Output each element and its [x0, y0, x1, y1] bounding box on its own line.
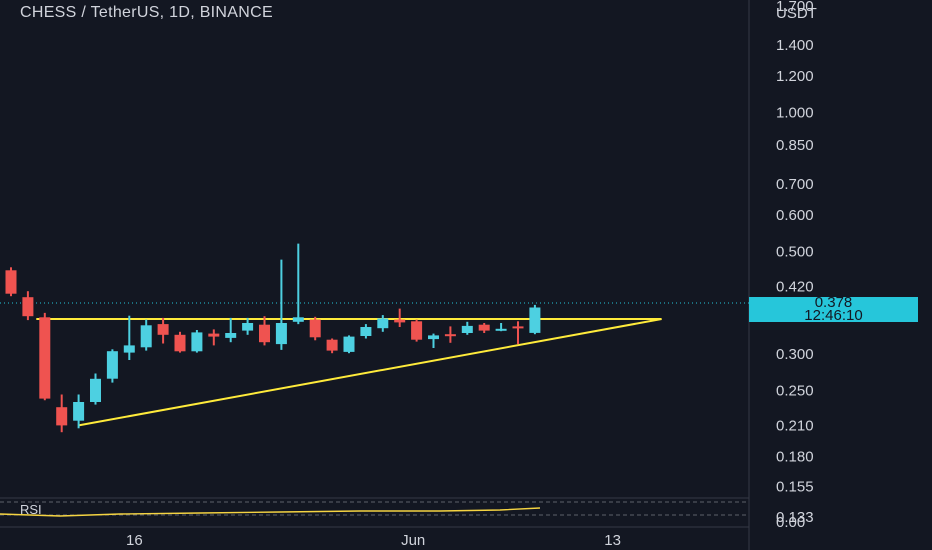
- price-tick: 0.180: [776, 448, 814, 465]
- chart-title: CHESS / TetherUS, 1D, BINANCE: [20, 4, 273, 21]
- candle-body: [343, 336, 355, 352]
- time-tick: 13: [604, 532, 621, 549]
- candle: [326, 338, 338, 354]
- candle: [90, 373, 101, 405]
- candle-body: [394, 319, 406, 323]
- candle-body: [242, 323, 254, 331]
- candle: [428, 333, 439, 348]
- candle: [444, 326, 456, 343]
- price-tick: 0.300: [776, 346, 814, 363]
- price-tick: 1.200: [776, 68, 814, 85]
- price-tick: 0.500: [776, 243, 814, 260]
- candle-body: [191, 332, 203, 352]
- current-price-tag: 0.378 12:46:10: [749, 295, 918, 324]
- candle: [191, 330, 203, 353]
- candle: [292, 243, 304, 325]
- candle-body: [22, 297, 34, 317]
- candle: [512, 321, 524, 345]
- candle-countdown: 12:46:10: [804, 306, 863, 324]
- candle: [478, 323, 490, 333]
- candle: [39, 312, 51, 401]
- candle: [242, 317, 254, 335]
- candle-body: [39, 317, 51, 399]
- price-tick: 0.133: [776, 509, 814, 526]
- candle-body: [174, 334, 186, 352]
- candle: [123, 315, 135, 360]
- candle: [461, 321, 473, 335]
- candle: [495, 323, 507, 332]
- candle-body: [275, 323, 287, 345]
- candle-body: [326, 339, 338, 351]
- candle-body: [140, 325, 152, 348]
- price-tick: 0.700: [776, 176, 814, 193]
- candle: [259, 316, 270, 346]
- price-tick: 0.155: [776, 478, 814, 495]
- candle-body: [495, 328, 507, 331]
- price-tick: 0.250: [776, 383, 814, 400]
- candle-body: [360, 327, 372, 336]
- candle: [394, 308, 406, 327]
- candle: [529, 304, 541, 335]
- candle: [73, 394, 85, 429]
- candle-body: [309, 319, 321, 338]
- candle: [5, 267, 17, 297]
- rsi-label: RSI: [20, 502, 42, 517]
- candle-body: [292, 317, 304, 322]
- candle-body: [512, 326, 524, 329]
- candle-body: [444, 334, 456, 337]
- price-tick: 0.600: [776, 207, 814, 224]
- candle-body: [428, 335, 439, 340]
- candle: [174, 331, 186, 353]
- time-axis[interactable]: 16 Jun 13: [126, 532, 621, 549]
- price-tick: 0.850: [776, 137, 814, 154]
- candle-body: [208, 333, 220, 337]
- price-tick: 1.700: [776, 0, 814, 15]
- candle: [106, 349, 118, 383]
- rsi-pane: RSI 0.00: [0, 497, 805, 531]
- price-axis[interactable]: USDT 1.7001.4001.2001.0000.8500.7000.600…: [776, 0, 817, 526]
- candle: [56, 394, 68, 433]
- chart-canvas[interactable]: RSI 0.00 USDT 1.7001.4001.2001.0000.8500…: [0, 0, 932, 550]
- candle-body: [377, 318, 389, 329]
- price-tick: 0.210: [776, 417, 814, 434]
- candle-body: [90, 378, 101, 402]
- candle-body: [461, 325, 473, 333]
- candle-body: [225, 333, 237, 338]
- candle: [309, 316, 321, 341]
- candle: [157, 317, 169, 344]
- candle: [360, 324, 372, 339]
- price-tick: 0.420: [776, 278, 814, 295]
- candle-body: [478, 324, 490, 331]
- candle: [208, 329, 220, 346]
- candle-body: [73, 402, 85, 421]
- candle-body: [56, 407, 68, 426]
- candle: [377, 315, 389, 332]
- price-tick: 1.000: [776, 104, 814, 121]
- candle-body: [123, 345, 135, 353]
- candle-body: [5, 270, 17, 294]
- candle-body: [259, 324, 270, 343]
- candle-body: [106, 351, 118, 379]
- candle-body: [411, 321, 423, 340]
- candle: [275, 259, 287, 350]
- candles: [5, 243, 541, 433]
- time-tick: 16: [126, 532, 143, 549]
- candle: [22, 291, 34, 321]
- price-tick: 1.400: [776, 37, 814, 54]
- candle: [411, 319, 423, 342]
- time-tick: Jun: [401, 532, 425, 549]
- candle: [343, 335, 355, 354]
- candle-body: [157, 324, 169, 335]
- candle: [225, 317, 237, 343]
- candle-body: [529, 307, 541, 333]
- candle: [140, 319, 152, 351]
